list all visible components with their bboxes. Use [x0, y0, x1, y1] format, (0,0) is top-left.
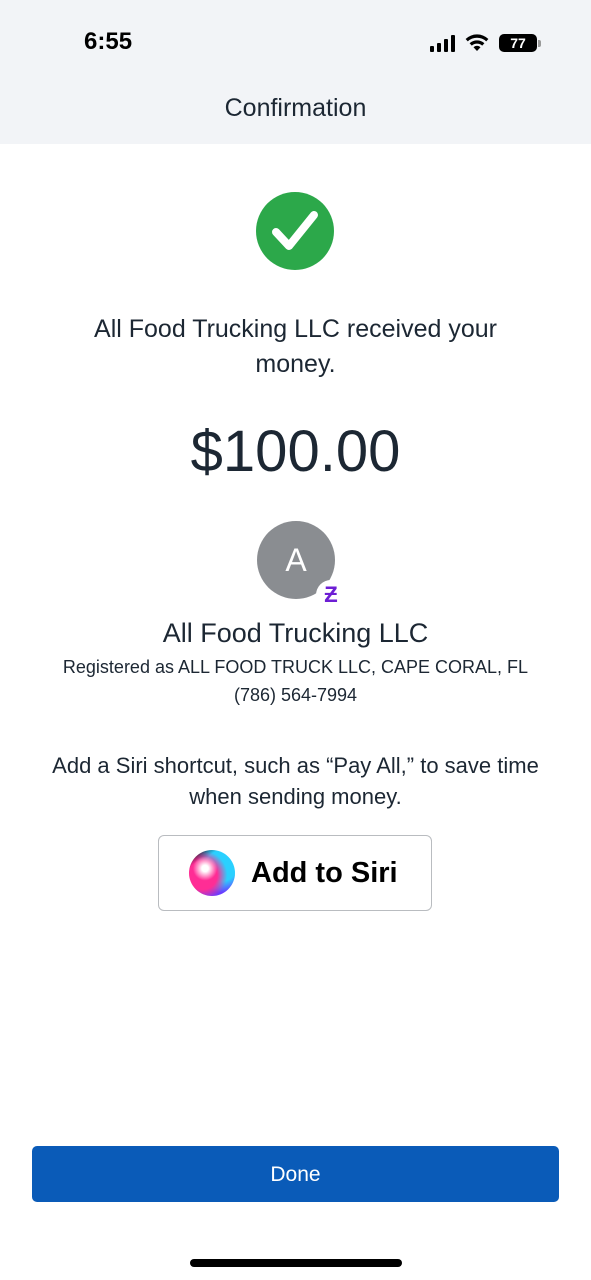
add-to-siri-label: Add to Siri	[251, 856, 398, 889]
done-button[interactable]: Done	[32, 1146, 559, 1202]
siri-shortcut-message: Add a Siri shortcut, such as “Pay All,” …	[52, 753, 539, 809]
wifi-icon	[465, 34, 489, 51]
recipient-registered: Registered as ALL FOOD TRUCK LLC, CAPE C…	[62, 657, 529, 677]
signal-icon	[430, 34, 455, 52]
page-title: Confirmation	[224, 94, 367, 122]
confirmation-message: All Food Trucking LLC received your mone…	[94, 315, 497, 378]
siri-icon	[189, 850, 235, 896]
payment-amount: $100.00	[190, 419, 401, 484]
check-circle-icon	[256, 192, 334, 270]
status-time: 6:55	[84, 28, 133, 55]
battery-level: 77	[510, 35, 526, 51]
add-to-siri-button[interactable]: Add to Siri	[158, 835, 432, 911]
top-bar: 6:55 77 Confirmation	[0, 0, 591, 144]
zelle-icon: Ƶ	[316, 580, 346, 610]
status-icons: 77	[430, 30, 541, 56]
home-indicator[interactable]	[190, 1259, 402, 1267]
battery-icon: 77	[499, 34, 541, 52]
recipient-name: All Food Trucking LLC	[162, 618, 429, 648]
recipient-phone: (786) 564-7994	[233, 685, 358, 705]
